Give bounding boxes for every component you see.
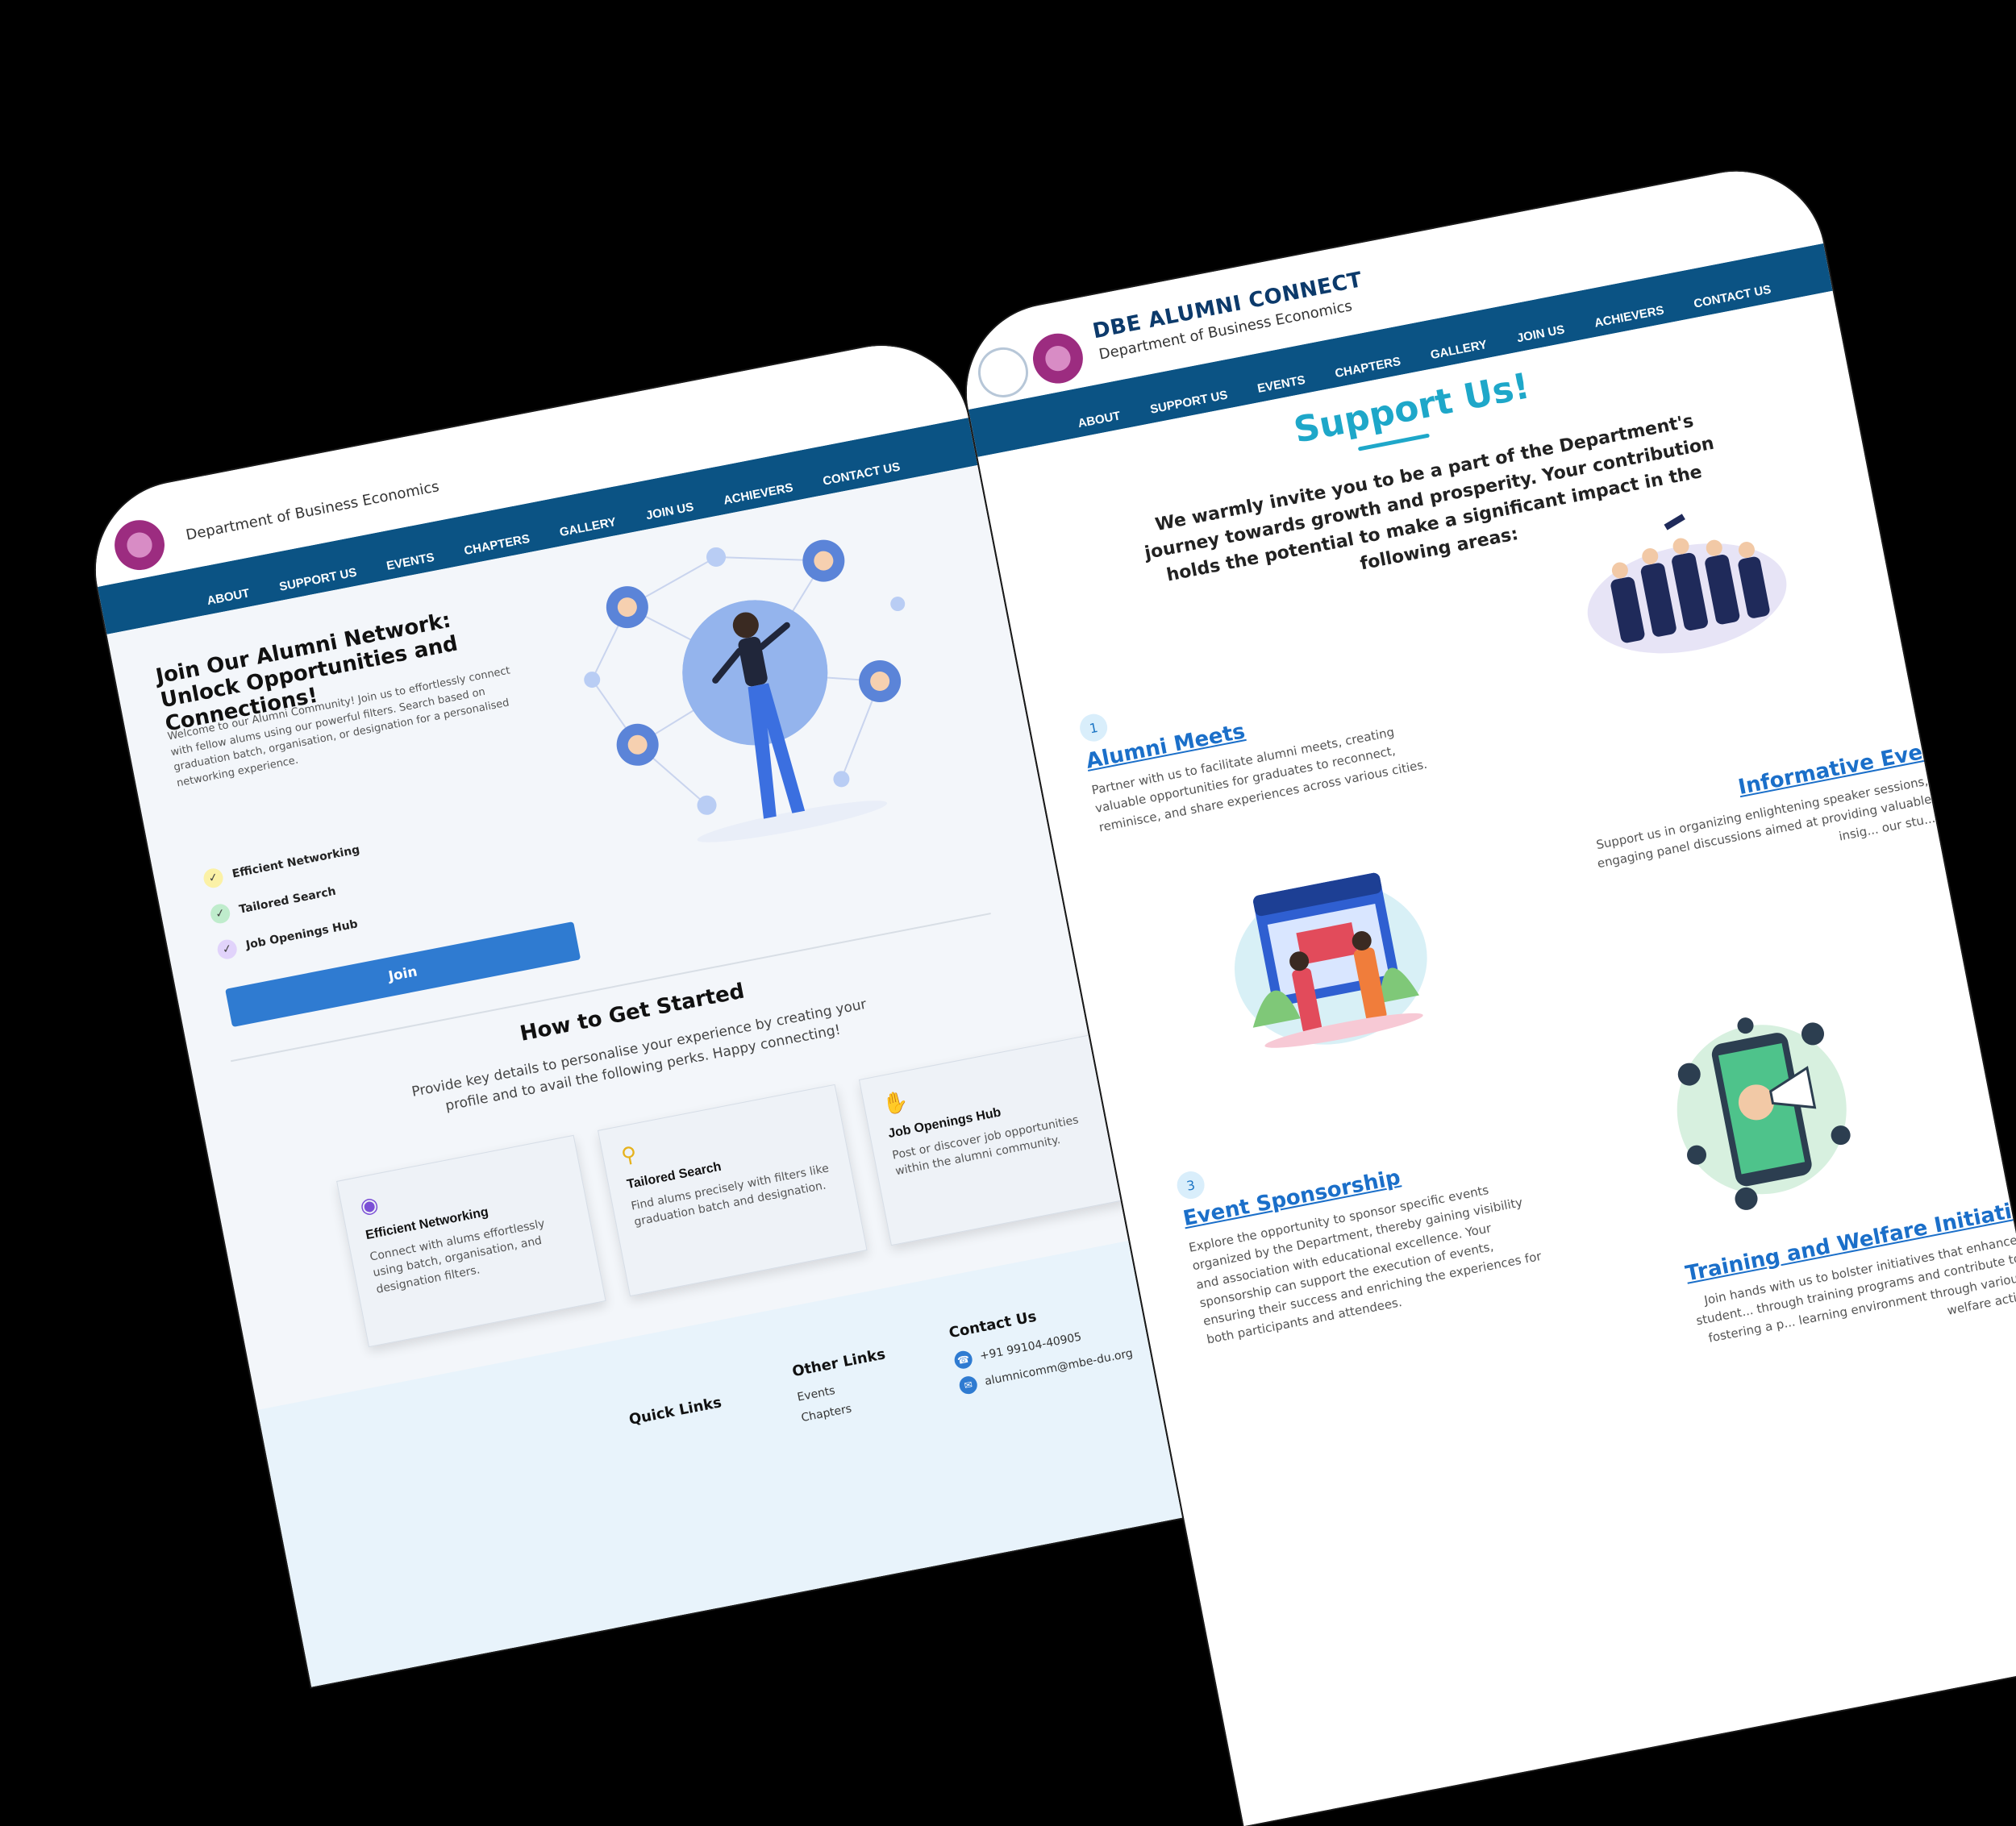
footer-heading: Quick Links xyxy=(627,1394,723,1429)
check-icon: ✓ xyxy=(215,938,239,961)
item-number: 1 xyxy=(1077,711,1110,744)
item-number: 3 xyxy=(1174,1169,1207,1201)
logo-icon[interactable] xyxy=(110,515,169,575)
nav-gallery[interactable]: GALLERY xyxy=(558,515,617,539)
feature-item: ✓ Job Openings Hub xyxy=(215,914,360,961)
page-content: Support Us! We warmly invite you to be a… xyxy=(977,290,2016,1826)
feature-item: ✓ Tailored Search xyxy=(209,882,338,925)
university-seal-icon xyxy=(973,343,1033,402)
support-item: 3 Event Sponsorship Explore the opportun… xyxy=(1174,1107,1557,1350)
feature-item: ✓ Efficient Networking xyxy=(202,840,361,890)
footer-contact: Contact Us ☎ +91 99104-40905 ✉ alumnicom… xyxy=(948,1292,1136,1404)
nav-about[interactable]: ABOUT xyxy=(206,586,251,608)
nav-join-us[interactable]: JOIN US xyxy=(645,500,695,522)
networking-illustration xyxy=(584,539,906,842)
nav-gallery[interactable]: GALLERY xyxy=(1429,338,1488,362)
logo-icon[interactable] xyxy=(1028,329,1088,388)
calendar-event-illustration xyxy=(1234,872,1427,1048)
nav-join-us[interactable]: JOIN US xyxy=(1516,322,1566,345)
right-screen: DBE ALUMNI CONNECT Department of Busines… xyxy=(952,156,2016,1826)
nav-events[interactable]: EVENTS xyxy=(1256,373,1306,396)
check-icon: ✓ xyxy=(202,867,225,890)
mail-icon: ✉ xyxy=(957,1375,979,1396)
footer-other-links: Other Links Events Chapters xyxy=(791,1346,898,1433)
phone-icon: ☎ xyxy=(952,1349,974,1371)
footer-heading: Other Links xyxy=(790,1346,887,1381)
social-media-illustration xyxy=(1677,1017,1851,1210)
support-item: Informative Eve Support us in organizing… xyxy=(1571,734,1937,896)
check-icon: ✓ xyxy=(209,902,232,925)
perk-card: ⚲ Tailored Search Find alums precisely w… xyxy=(598,1084,868,1297)
nav-events[interactable]: EVENTS xyxy=(385,551,435,573)
nav-about[interactable]: ABOUT xyxy=(1077,409,1122,431)
support-item: Training and Welfare Initiati Join hands… xyxy=(1660,1193,2016,1372)
perk-card: ✋ Job Openings Hub Post or discover job … xyxy=(858,1033,1129,1246)
footer-quick-links: Quick Links xyxy=(627,1394,725,1440)
perk-card: ◉ Efficient Networking Connect with alum… xyxy=(336,1134,606,1348)
support-item: 1 Alumni Meets Partner with us to facili… xyxy=(1077,649,1449,837)
